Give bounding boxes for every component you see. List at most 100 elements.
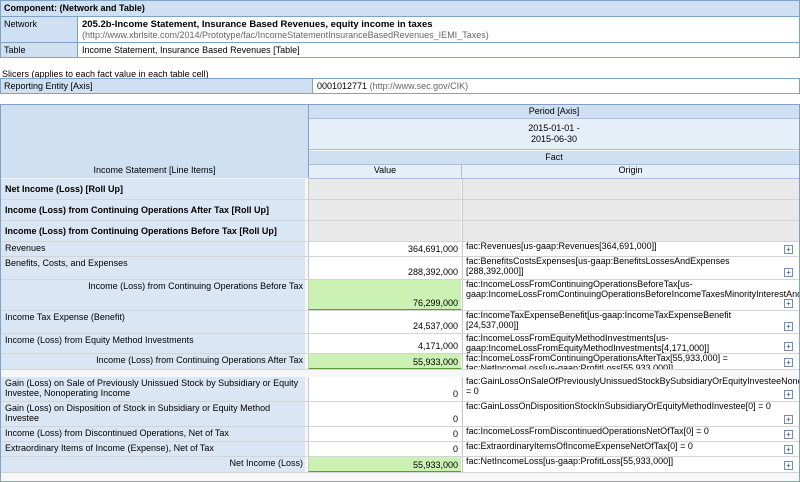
fact-origin-text: fac:NetIncomeLoss[us-gaap:ProfitLoss[55,… — [466, 457, 674, 466]
expand-plus-icon[interactable]: + — [784, 268, 793, 277]
line-item-label: Extraordinary Items of Income (Expense),… — [1, 442, 305, 456]
fact-header: Fact — [309, 151, 799, 165]
line-item-label: Income Tax Expense (Benefit) — [1, 311, 305, 333]
fact-value: 0 — [308, 377, 461, 401]
table-row: Net Income (Loss) [Roll Up] — [1, 179, 799, 200]
line-item-label: Income (Loss) from Continuing Operations… — [1, 221, 305, 241]
expand-plus-icon[interactable]: + — [784, 245, 793, 254]
expand-plus-icon[interactable]: + — [784, 445, 793, 454]
network-value: 205.2b-Income Statement, Insurance Based… — [78, 17, 799, 42]
fact-origin-text: fac:IncomeLossFromEquityMethodInvestment… — [466, 334, 710, 353]
table-row: Benefits, Costs, and Expenses 288,392,000… — [1, 257, 799, 280]
slicer-row: Reporting Entity [Axis] 0001012771 (http… — [0, 78, 800, 94]
expand-plus-icon[interactable]: + — [784, 430, 793, 439]
fact-value: 76,299,000 — [308, 280, 461, 310]
expand-plus-icon[interactable]: + — [784, 342, 793, 351]
fact-origin: fac:ExtraordinaryItemsOfIncomeExpenseNet… — [462, 442, 799, 456]
network-url[interactable]: (http://www.xbrlsite.com/2014/Prototype/… — [82, 30, 795, 40]
fact-value: 4,171,000 — [308, 334, 461, 353]
fact-value: 55,933,000 — [308, 457, 461, 472]
fact-origin: fac:Revenues[us-gaap:Revenues[364,691,00… — [462, 242, 799, 256]
value-col-header: Value — [309, 165, 462, 179]
table-row: Income (Loss) from Continuing Operations… — [1, 280, 799, 311]
fact-origin: fac:GainLossOnSaleOfPreviouslyUnissuedSt… — [462, 377, 799, 401]
table-row: Gain (Loss) on Disposition of Stock in S… — [1, 402, 799, 427]
network-title: 205.2b-Income Statement, Insurance Based… — [82, 19, 433, 30]
line-item-label: Income (Loss) from Continuing Operations… — [1, 354, 305, 369]
fact-origin: fac:GainLossOnDispositionStockInSubsidia… — [462, 402, 799, 426]
fact-origin-text: fac:Revenues[us-gaap:Revenues[364,691,00… — [466, 242, 657, 251]
fact-origin-text: fac:IncomeLossFromContinuingOperationsAf… — [466, 354, 728, 369]
line-item-label: Gain (Loss) on Sale of Previously Unissu… — [1, 377, 305, 401]
line-items-header-label: Income Statement [Line Items] — [93, 165, 216, 175]
period-dates: 2015-01-01 - 2015-06-30 — [309, 119, 799, 150]
slicer-label: Reporting Entity [Axis] — [1, 79, 313, 93]
fact-value — [308, 221, 461, 241]
fact-origin-text: fac:GainLossOnDispositionStockInSubsidia… — [466, 402, 771, 411]
line-item-label: Net Income (Loss) — [1, 457, 305, 472]
network-label: Network — [1, 17, 78, 42]
table-row-info: Table Income Statement, Insurance Based … — [1, 43, 799, 57]
slicer-entity-id: 0001012771 — [317, 81, 368, 91]
fact-origin-text: fac:IncomeLossFromDiscontinuedOperations… — [466, 427, 709, 436]
expand-plus-icon[interactable]: + — [784, 390, 793, 399]
table-row: Extraordinary Items of Income (Expense),… — [1, 442, 799, 457]
fact-origin: fac:IncomeLossFromContinuingOperationsAf… — [462, 354, 799, 369]
table-row: Income (Loss) from Equity Method Investm… — [1, 334, 799, 354]
network-row: Network 205.2b-Income Statement, Insuran… — [1, 17, 799, 43]
fact-origin: fac:IncomeTaxExpenseBenefit[us-gaap:Inco… — [462, 311, 799, 333]
line-item-label: Gain (Loss) on Disposition of Stock in S… — [1, 402, 305, 426]
fact-table: Income Statement [Line Items] Period [Ax… — [0, 104, 800, 482]
expand-plus-icon[interactable]: + — [784, 415, 793, 424]
line-item-label: Income (Loss) from Discontinued Operatio… — [1, 427, 305, 441]
fact-origin: fac:IncomeLossFromDiscontinuedOperations… — [462, 427, 799, 441]
expand-plus-icon[interactable]: + — [784, 299, 793, 308]
fact-value — [308, 200, 461, 220]
fact-value: 288,392,000 — [308, 257, 461, 279]
line-item-label: Income (Loss) from Continuing Operations… — [1, 280, 305, 310]
table-row: Gain (Loss) on Sale of Previously Unissu… — [1, 377, 799, 402]
table-row: Income (Loss) from Continuing Operations… — [1, 221, 799, 242]
fact-value: 0 — [308, 442, 461, 456]
fact-origin-text: fac:ExtraordinaryItemsOfIncomeExpenseNet… — [466, 442, 693, 451]
fact-origin: fac:BenefitsCostsExpenses[us-gaap:Benefi… — [462, 257, 799, 279]
expand-plus-icon[interactable]: + — [784, 358, 793, 367]
table-label: Table — [1, 43, 78, 57]
fact-value: 0 — [308, 427, 461, 441]
line-item-label: Income (Loss) from Equity Method Investm… — [1, 334, 305, 353]
line-item-label: Income (Loss) from Continuing Operations… — [1, 200, 305, 220]
fact-origin: fac:IncomeLossFromContinuingOperationsBe… — [462, 280, 799, 310]
line-item-label: Revenues — [1, 242, 305, 256]
fact-origin-text: fac:IncomeLossFromContinuingOperationsBe… — [466, 280, 799, 299]
fact-value: 0 — [308, 402, 461, 426]
line-item-label: Net Income (Loss) [Roll Up] — [1, 179, 305, 199]
table-row: Income Tax Expense (Benefit) 24,537,000 fa… — [1, 311, 799, 334]
fact-origin-text: fac:IncomeTaxExpenseBenefit[us-gaap:Inco… — [466, 311, 732, 330]
slicer-value: 0001012771 (http://www.sec.gov/CIK) — [313, 79, 472, 93]
fact-value: 364,691,000 — [308, 242, 461, 256]
period-axis-header: Period [Axis] — [309, 105, 799, 119]
fact-origin-text: fac:BenefitsCostsExpenses[us-gaap:Benefi… — [466, 257, 730, 276]
fact-origin — [462, 221, 799, 241]
component-box: Component: (Network and Table) Network 2… — [0, 0, 800, 58]
period-end: 2015-06-30 — [530, 134, 578, 144]
line-items-header: Income Statement [Line Items] — [1, 105, 309, 178]
table-row: Net Income (Loss) 55,933,000 fac:NetIncome… — [1, 457, 799, 473]
expand-plus-icon[interactable]: + — [784, 322, 793, 331]
origin-col-header: Origin — [462, 165, 799, 179]
table-row: Income (Loss) from Continuing Operations… — [1, 200, 799, 221]
period-start: 2015-01-01 - — [528, 123, 580, 133]
fact-value: 24,537,000 — [308, 311, 461, 333]
component-heading: Component: (Network and Table) — [1, 1, 799, 17]
expand-plus-icon[interactable]: + — [784, 461, 793, 470]
table-row: Income (Loss) from Continuing Operations… — [1, 354, 799, 370]
fact-value: 55,933,000 — [308, 354, 461, 369]
slicer-url[interactable]: (http://www.sec.gov/CIK) — [370, 81, 469, 91]
table-row: Income (Loss) from Discontinued Operatio… — [1, 427, 799, 442]
table-row: Revenues 364,691,000 fac:Revenues[us-gaap:… — [1, 242, 799, 257]
fact-origin-text: fac:GainLossOnSaleOfPreviouslyUnissuedSt… — [466, 377, 799, 396]
fact-origin: fac:NetIncomeLoss[us-gaap:ProfitLoss[55,… — [462, 457, 799, 472]
table-value: Income Statement, Insurance Based Revenu… — [82, 45, 300, 55]
line-item-label: Benefits, Costs, and Expenses — [1, 257, 305, 279]
fact-origin — [462, 200, 799, 220]
